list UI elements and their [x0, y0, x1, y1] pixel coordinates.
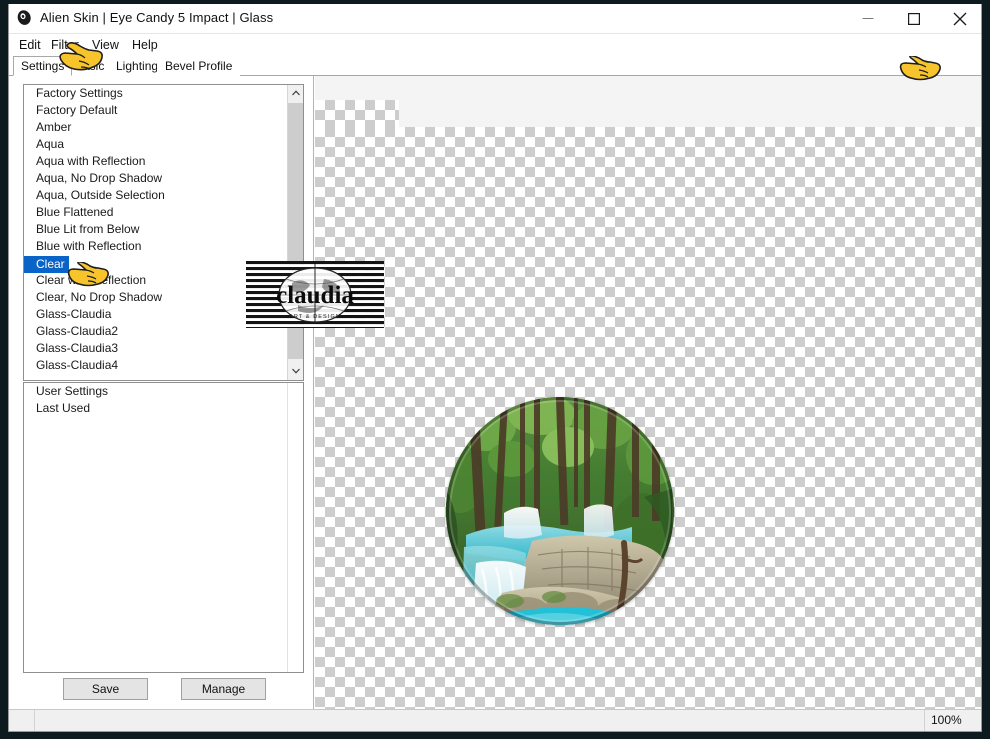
preview-image-waterfall [446, 397, 674, 625]
pointer-hand-icon-ok-button [899, 54, 943, 87]
factory-list-scrollbar[interactable] [287, 85, 303, 380]
status-zoom-level: 100% [931, 713, 962, 727]
preview-area: Preview Background: None OK Cancel [315, 76, 981, 710]
close-button[interactable] [937, 4, 981, 33]
list-item[interactable]: Factory Default [24, 102, 287, 119]
menu-item-help[interactable]: Help [128, 36, 162, 54]
status-cell-main [35, 710, 925, 731]
list-item[interactable]: Aqua, Outside Selection [24, 187, 287, 204]
list-item[interactable]: User Settings [24, 383, 287, 400]
list-item[interactable]: Blue with Reflection [24, 238, 287, 255]
window-title: Alien Skin | Eye Candy 5 Impact | Glass [40, 10, 274, 25]
preview-canvas[interactable] [315, 127, 981, 710]
list-item[interactable]: Amber [24, 119, 287, 136]
preview-top-strip [315, 76, 981, 127]
pointer-hand-icon-filter-menu [57, 42, 103, 79]
status-cell-left [9, 710, 35, 731]
list-item[interactable]: Glass-Claudia3 [24, 340, 287, 357]
application-window: Alien Skin | Eye Candy 5 Impact | Glass … [8, 4, 982, 732]
alien-skin-logo-icon [16, 9, 34, 27]
list-item[interactable]: Factory Settings [24, 85, 287, 102]
settings-button-row: Save Manage [23, 678, 304, 702]
factory-settings-list[interactable]: Factory Settings Factory Default Amber Aqua… [23, 84, 304, 381]
minimize-button[interactable] [845, 4, 891, 33]
list-item[interactable]: Last Used [24, 400, 287, 417]
menu-bar: Edit Filter View Help [9, 34, 981, 56]
list-item[interactable]: Aqua with Reflection [24, 153, 287, 170]
list-item[interactable]: Clear [24, 256, 69, 273]
list-item[interactable]: Blue Flattened [24, 204, 287, 221]
tab-bevel-profile[interactable]: Bevel Profile [157, 56, 241, 76]
list-item[interactable]: Glass-Claudia4 [24, 357, 287, 374]
save-button[interactable]: Save [63, 678, 148, 700]
pointer-hand-icon-clear-preset [67, 260, 111, 293]
list-item[interactable]: Blue Lit from Below [24, 221, 287, 238]
menu-item-edit[interactable]: Edit [15, 36, 45, 54]
claudia-watermark: claudia ART & DESIGN [246, 261, 384, 328]
scroll-down-arrow-icon[interactable] [288, 363, 303, 380]
maximize-button[interactable] [891, 4, 937, 33]
list-item[interactable]: Aqua [24, 136, 287, 153]
status-bar: 100% [9, 709, 981, 731]
settings-panel: Factory Settings Factory Default Amber Aqua… [9, 76, 314, 710]
title-bar: Alien Skin | Eye Candy 5 Impact | Glass [9, 4, 981, 34]
preview-top-checker [315, 100, 399, 127]
tab-strip: Settings Basic Lighting Bevel Profile [9, 56, 981, 76]
list-item[interactable]: Aqua, No Drop Shadow [24, 170, 287, 187]
user-settings-list[interactable]: User Settings Last Used [23, 382, 304, 673]
manage-button[interactable]: Manage [181, 678, 266, 700]
scroll-up-arrow-icon[interactable] [288, 85, 303, 102]
user-list-scrollbar[interactable] [287, 383, 303, 672]
